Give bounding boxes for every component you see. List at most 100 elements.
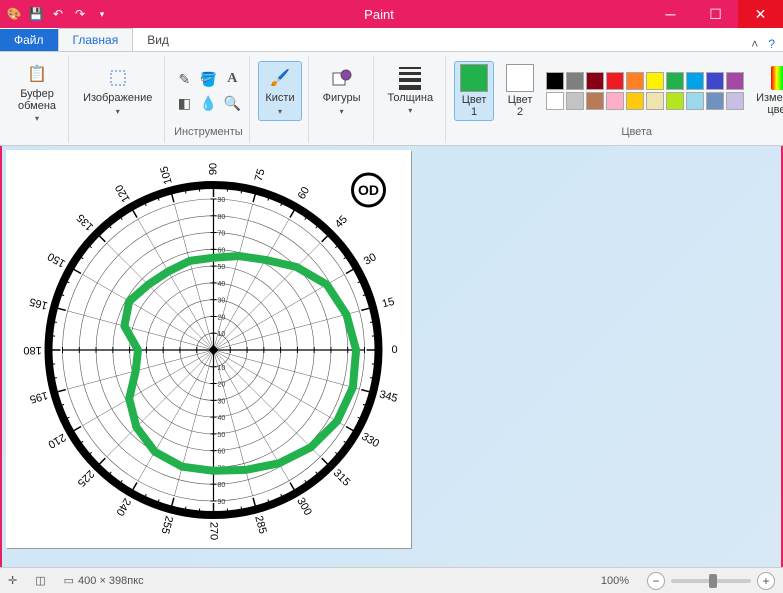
brushes-button[interactable]: 🖌️ Кисти ▾ (258, 61, 301, 120)
statusbar: ✛ ◫ ▭ 400 × 398пкс 100% − + (0, 567, 783, 593)
titlebar: 🎨 💾 ↶ ↷ ▾ Paint ─ ☐ ✕ (0, 0, 783, 28)
svg-text:10: 10 (218, 365, 226, 372)
palette-color[interactable] (706, 72, 724, 90)
pencil-tool[interactable]: ✎ (173, 68, 195, 90)
svg-text:45: 45 (333, 214, 350, 231)
minimize-button[interactable]: ─ (648, 0, 693, 28)
svg-text:255: 255 (159, 515, 175, 536)
svg-text:150: 150 (46, 250, 68, 270)
select-icon (106, 66, 130, 90)
color1-swatch (460, 64, 488, 92)
canvas-area[interactable]: 1010202030304040505060607070808090900153… (0, 146, 783, 567)
zoom-slider[interactable] (671, 579, 751, 583)
brush-icon: 🖌️ (268, 66, 292, 90)
svg-text:70: 70 (218, 231, 226, 238)
svg-text:105: 105 (158, 165, 174, 186)
tab-home[interactable]: Главная (58, 28, 134, 51)
palette-color[interactable] (566, 72, 584, 90)
collapse-ribbon-icon[interactable]: ˄ (751, 37, 758, 51)
palette-color[interactable] (686, 72, 704, 90)
dropdown-icon: ▾ (408, 106, 412, 115)
app-icon: 🎨 (6, 6, 22, 22)
shapes-icon (330, 66, 354, 90)
palette-color[interactable] (626, 92, 644, 110)
palette-color[interactable] (646, 72, 664, 90)
maximize-button[interactable]: ☐ (693, 0, 738, 28)
clipboard-button[interactable]: 📋 Буфер обмена ▾ (12, 58, 62, 127)
color2-button[interactable]: Цвет 2 (500, 62, 540, 120)
tools-group-label: Инструменты (174, 126, 243, 138)
thickness-button[interactable]: Толщина ▾ (382, 63, 440, 119)
svg-text:90: 90 (218, 197, 226, 204)
palette-color[interactable] (586, 92, 604, 110)
svg-text:80: 80 (218, 482, 226, 489)
dropdown-icon: ▾ (278, 107, 282, 116)
zoom-in-button[interactable]: + (757, 572, 775, 590)
palette-color[interactable] (686, 92, 704, 110)
undo-icon[interactable]: ↶ (50, 6, 66, 22)
dropdown-icon: ▾ (116, 107, 120, 116)
cursor-pos-icon: ✛ (8, 574, 17, 587)
svg-text:20: 20 (218, 382, 226, 389)
palette-color[interactable] (646, 92, 664, 110)
palette-color[interactable] (706, 92, 724, 110)
svg-text:60: 60 (296, 185, 313, 202)
palette-color[interactable] (606, 72, 624, 90)
canvas[interactable]: 1010202030304040505060607070808090900153… (6, 150, 411, 548)
palette-color[interactable] (586, 72, 604, 90)
svg-text:30: 30 (362, 251, 379, 268)
svg-text:50: 50 (218, 264, 226, 271)
palette-color[interactable] (566, 92, 584, 110)
palette-color[interactable] (546, 72, 564, 90)
redo-icon[interactable]: ↷ (72, 6, 88, 22)
svg-text:OD: OD (358, 182, 379, 198)
svg-text:40: 40 (218, 415, 226, 422)
color-palette (546, 72, 744, 110)
svg-text:60: 60 (218, 449, 226, 456)
tab-file[interactable]: Файл (0, 29, 58, 51)
palette-color[interactable] (726, 92, 744, 110)
picker-tool[interactable]: 💧 (197, 92, 219, 114)
palette-color[interactable] (666, 92, 684, 110)
tab-view[interactable]: Вид (133, 29, 183, 51)
ribbon-tabs: Файл Главная Вид ˄ ? (0, 28, 783, 52)
svg-text:90: 90 (207, 163, 219, 175)
palette-color[interactable] (606, 92, 624, 110)
svg-text:10: 10 (218, 331, 226, 338)
svg-text:345: 345 (378, 389, 399, 405)
edit-colors-button[interactable]: Изменение цветов (750, 62, 783, 120)
window-title: Paint (110, 7, 648, 22)
help-icon[interactable]: ? (768, 37, 775, 51)
svg-text:30: 30 (218, 298, 226, 305)
colors-group-label: Цвета (621, 126, 652, 138)
svg-text:120: 120 (113, 183, 133, 205)
edit-colors-icon (771, 66, 783, 90)
color2-swatch (506, 64, 534, 92)
fill-tool[interactable]: 🪣 (197, 68, 219, 90)
palette-color[interactable] (626, 72, 644, 90)
svg-text:315: 315 (331, 467, 352, 488)
save-icon[interactable]: 💾 (28, 6, 44, 22)
svg-text:80: 80 (218, 214, 226, 221)
svg-text:135: 135 (75, 212, 96, 233)
palette-color[interactable] (666, 72, 684, 90)
svg-text:0: 0 (391, 344, 397, 356)
zoom-tool[interactable]: 🔍 (221, 92, 243, 114)
close-button[interactable]: ✕ (738, 0, 783, 28)
dropdown-icon: ▾ (35, 114, 39, 123)
svg-text:90: 90 (218, 499, 226, 506)
palette-color[interactable] (726, 72, 744, 90)
image-select-button[interactable]: Изображение ▾ (77, 62, 158, 119)
color1-button[interactable]: Цвет 1 (454, 61, 494, 121)
svg-text:180: 180 (23, 344, 41, 356)
zoom-out-button[interactable]: − (647, 572, 665, 590)
dropdown-icon: ▾ (340, 107, 344, 116)
palette-color[interactable] (546, 92, 564, 110)
qat-dropdown-icon[interactable]: ▾ (94, 6, 110, 22)
shapes-button[interactable]: Фигуры ▾ (317, 62, 367, 119)
thickness-icon (399, 67, 421, 90)
text-tool[interactable]: A (221, 68, 243, 90)
svg-text:15: 15 (381, 296, 396, 311)
eraser-tool[interactable]: ◧ (173, 92, 195, 114)
svg-text:330: 330 (359, 431, 381, 451)
